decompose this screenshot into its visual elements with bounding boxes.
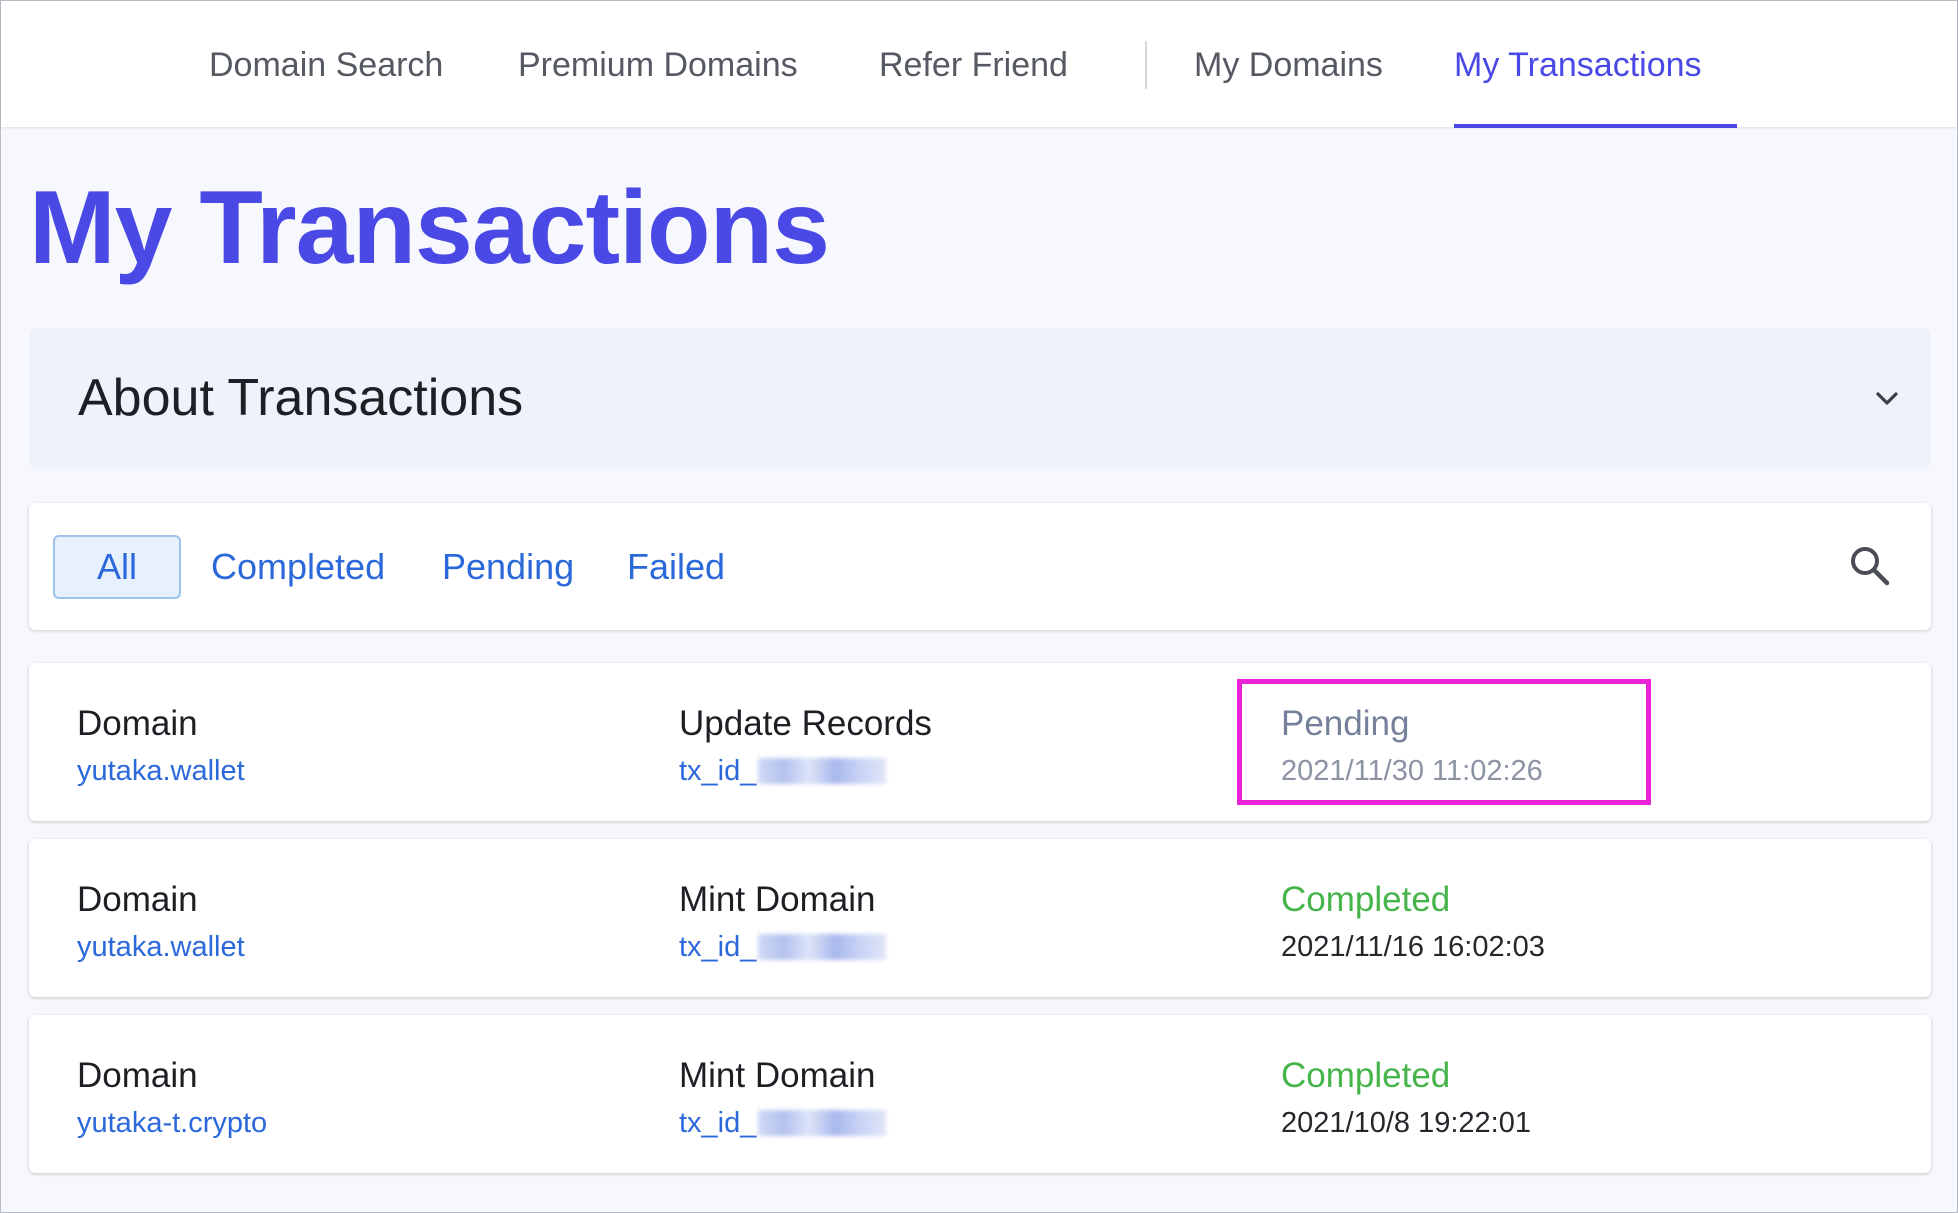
about-transactions-panel[interactable]: About Transactions [29,328,1931,469]
transaction-type-label: Domain [77,1056,198,1095]
status-highlight-box [1237,679,1651,805]
transaction-domain-link[interactable]: yutaka.wallet [77,751,245,791]
transaction-action: Mint Domain [679,1056,876,1095]
transaction-row[interactable]: Domain yutaka.wallet Mint Domain tx_id_ … [29,839,1931,997]
tx-id-redacted [758,758,887,784]
search-icon[interactable] [1845,541,1895,591]
tx-id-prefix: tx_id_ [679,1107,757,1139]
nav-my-domains[interactable]: My Domains [1194,45,1383,85]
transaction-row[interactable]: Domain yutaka-t.crypto Mint Domain tx_id… [29,1015,1931,1173]
page-title: My Transactions [29,170,830,286]
transaction-action: Update Records [679,704,932,743]
nav-my-transactions[interactable]: My Transactions [1454,45,1702,85]
transaction-date: 2021/10/8 19:22:01 [1281,1107,1531,1139]
top-nav: Domain Search Premium Domains Refer Frie… [1,1,1957,128]
transaction-date: 2021/11/16 16:02:03 [1281,931,1545,963]
transaction-id-link[interactable]: tx_id_ [679,1103,887,1143]
transaction-status: Completed [1281,880,1451,919]
transaction-domain-link[interactable]: yutaka-t.crypto [77,1103,267,1143]
tx-id-prefix: tx_id_ [679,931,757,963]
transaction-type-label: Domain [77,704,198,743]
transaction-status: Completed [1281,1056,1451,1095]
nav-domain-search[interactable]: Domain Search [209,45,443,85]
filter-tab-failed[interactable]: Failed [627,535,725,599]
nav-active-indicator [1454,124,1737,128]
filter-tab-completed[interactable]: Completed [211,535,385,599]
chevron-down-icon[interactable] [1871,383,1903,415]
about-transactions-title: About Transactions [78,369,524,427]
nav-divider [1145,41,1147,89]
transaction-type-label: Domain [77,880,198,919]
transaction-id-link[interactable]: tx_id_ [679,751,887,791]
tx-id-redacted [758,934,887,960]
nav-premium-domains[interactable]: Premium Domains [518,45,798,85]
tx-id-redacted [758,1110,887,1136]
transaction-action: Mint Domain [679,880,876,919]
transaction-domain-link[interactable]: yutaka.wallet [77,927,245,967]
filter-bar: All Completed Pending Failed [29,503,1931,630]
tx-id-prefix: tx_id_ [679,755,757,787]
filter-tab-all[interactable]: All [53,535,181,599]
filter-tab-pending[interactable]: Pending [442,535,574,599]
transaction-id-link[interactable]: tx_id_ [679,927,887,967]
nav-refer-friend[interactable]: Refer Friend [879,45,1068,85]
